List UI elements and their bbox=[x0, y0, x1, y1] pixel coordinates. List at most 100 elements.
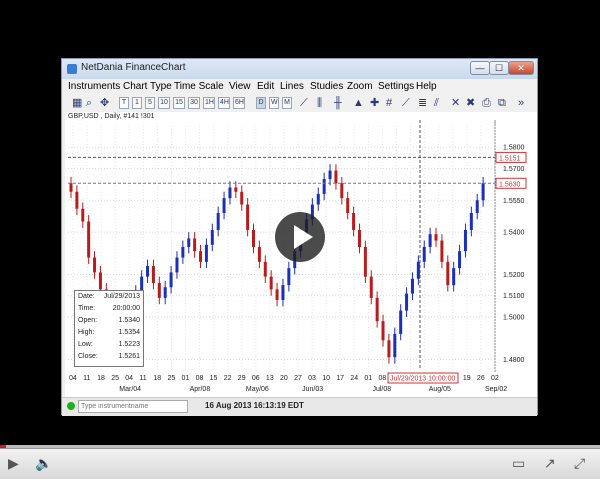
candle-body bbox=[269, 276, 273, 290]
x-tick-label: 08 bbox=[378, 375, 386, 382]
tf-10[interactable]: 10 bbox=[158, 97, 170, 109]
info-row-open: Open: 1.5340 bbox=[78, 317, 140, 324]
candle-body bbox=[169, 272, 173, 288]
menu-zoom[interactable]: Zoom bbox=[347, 81, 373, 92]
delete-line-icon[interactable]: ✕ bbox=[451, 96, 460, 110]
candle-body bbox=[410, 278, 414, 294]
volume-icon[interactable]: 🔈 bbox=[35, 455, 52, 471]
candle-body bbox=[228, 187, 232, 199]
app-icon bbox=[67, 64, 77, 74]
menu-lines[interactable]: Lines bbox=[280, 81, 304, 92]
info-row-date: Date: Jul/29/2013 bbox=[78, 293, 140, 300]
candle-body bbox=[369, 276, 373, 298]
candle-body bbox=[151, 266, 155, 284]
tf-M[interactable]: M bbox=[282, 97, 292, 109]
candle-body bbox=[234, 187, 238, 192]
menu-studies[interactable]: Studies bbox=[310, 81, 343, 92]
candle-body bbox=[387, 340, 391, 358]
instrument-search-input[interactable] bbox=[78, 400, 188, 413]
tf-6H[interactable]: 6H bbox=[233, 97, 245, 109]
fullscreen-icon[interactable]: ▭ bbox=[512, 455, 525, 471]
tf-5[interactable]: 5 bbox=[145, 97, 155, 109]
tf-4H[interactable]: 4H bbox=[218, 97, 230, 109]
status-timestamp: 16 Aug 2013 16:13:19 EDT bbox=[205, 401, 304, 410]
x-tick-label: 26 bbox=[477, 375, 485, 382]
candle-body bbox=[281, 285, 285, 300]
trendline-icon[interactable]: ⟋ bbox=[402, 96, 410, 110]
delete-all-icon[interactable]: ✖ bbox=[466, 96, 475, 110]
play-icon[interactable]: ▶ bbox=[8, 455, 19, 471]
more-icon[interactable]: » bbox=[518, 96, 524, 110]
tf-30[interactable]: 30 bbox=[188, 97, 200, 109]
y-tick-label: 1.5000 bbox=[503, 314, 525, 321]
chart-label: GBP,USD , Daily, #141 !301 bbox=[68, 113, 155, 120]
menu-view[interactable]: View bbox=[229, 81, 251, 92]
x-month-label: Aug/05 bbox=[429, 386, 451, 393]
candle-body bbox=[399, 310, 403, 334]
pan-icon[interactable]: ✥ bbox=[100, 96, 109, 110]
candle-body bbox=[352, 212, 356, 230]
x-tick-label: 24 bbox=[350, 375, 358, 382]
maximize-button[interactable]: ☐ bbox=[489, 61, 509, 75]
channel-icon[interactable]: ⫽ bbox=[434, 96, 439, 110]
tf-W[interactable]: W bbox=[269, 97, 279, 109]
copy-icon[interactable]: ⧉ bbox=[498, 96, 506, 110]
candle-body bbox=[340, 183, 344, 199]
title-bar[interactable]: NetDania FinanceChart — ☐ ✕ bbox=[62, 59, 537, 79]
x-tick-label: 11 bbox=[139, 375, 146, 382]
x-tick-label: 04 bbox=[125, 375, 133, 382]
expand-icon[interactable]: ⤢ bbox=[574, 455, 585, 471]
tf-D[interactable]: D bbox=[256, 97, 266, 109]
menu-help[interactable]: Help bbox=[416, 81, 437, 92]
tf-1H[interactable]: 1H bbox=[203, 97, 215, 109]
x-tick-label: 19 bbox=[463, 375, 471, 382]
line-chart-icon[interactable]: ⟋ bbox=[300, 96, 308, 110]
minimize-button[interactable]: — bbox=[470, 61, 490, 75]
candle-body bbox=[446, 261, 450, 286]
status-bar: 16 Aug 2013 16:13:19 EDT bbox=[62, 397, 537, 416]
candle-body bbox=[75, 191, 79, 209]
menu-settings[interactable]: Settings bbox=[378, 81, 414, 92]
zoom-icon[interactable]: ⌕ bbox=[86, 96, 92, 110]
candle-body bbox=[481, 183, 485, 201]
menu-chart-type[interactable]: Chart Type bbox=[123, 81, 172, 92]
x-tick-label: 22 bbox=[224, 375, 232, 382]
candle-chart-icon[interactable]: ⫼ bbox=[317, 96, 322, 110]
info-row-time: Time: 20:00:00 bbox=[78, 305, 140, 312]
y-tick-label: 1.5100 bbox=[503, 293, 525, 300]
close-button[interactable]: ✕ bbox=[508, 61, 534, 75]
x-tick-label: 10 bbox=[322, 375, 330, 382]
area-chart-icon[interactable]: ▲ bbox=[353, 96, 364, 110]
tf-T[interactable]: T bbox=[119, 97, 129, 109]
y-tick-label: 1.5400 bbox=[503, 230, 525, 237]
play-overlay-icon[interactable] bbox=[275, 212, 325, 262]
candle-body bbox=[216, 212, 220, 230]
candle-body bbox=[246, 204, 250, 230]
candle-body bbox=[187, 238, 191, 247]
chart-mode-icon[interactable]: ▦ bbox=[72, 96, 82, 110]
y-tick-label: 1.5550 bbox=[503, 198, 525, 205]
info-row-low: Low: 1.5223 bbox=[78, 341, 140, 348]
candle-body bbox=[181, 246, 185, 258]
bar-chart-icon[interactable]: ╫ bbox=[334, 96, 342, 110]
tf-1[interactable]: 1 bbox=[132, 97, 142, 109]
candle-body bbox=[146, 266, 150, 277]
x-tick-label: 11 bbox=[83, 375, 90, 382]
share-icon[interactable]: ↗ bbox=[544, 455, 556, 471]
candle-body bbox=[328, 170, 332, 180]
tf-15[interactable]: 15 bbox=[173, 97, 185, 109]
x-month-label: May/06 bbox=[246, 386, 269, 393]
candle-body bbox=[87, 221, 91, 258]
menu-time-scale[interactable]: Time Scale bbox=[174, 81, 224, 92]
window-title: NetDania FinanceChart bbox=[81, 62, 186, 73]
menu-edit[interactable]: Edit bbox=[257, 81, 274, 92]
print-icon[interactable]: ⎙ bbox=[482, 96, 491, 110]
x-month-label: Mar/04 bbox=[119, 386, 141, 393]
x-month-label: Jul/08 bbox=[372, 386, 391, 393]
x-tick-label: 01 bbox=[182, 375, 190, 382]
candle-body bbox=[334, 170, 338, 184]
fibonacci-icon[interactable]: ≣ bbox=[418, 96, 427, 110]
crosshair-icon[interactable]: ✚ bbox=[370, 96, 379, 110]
grid-icon[interactable]: # bbox=[386, 96, 392, 110]
menu-instruments[interactable]: Instruments bbox=[68, 81, 120, 92]
